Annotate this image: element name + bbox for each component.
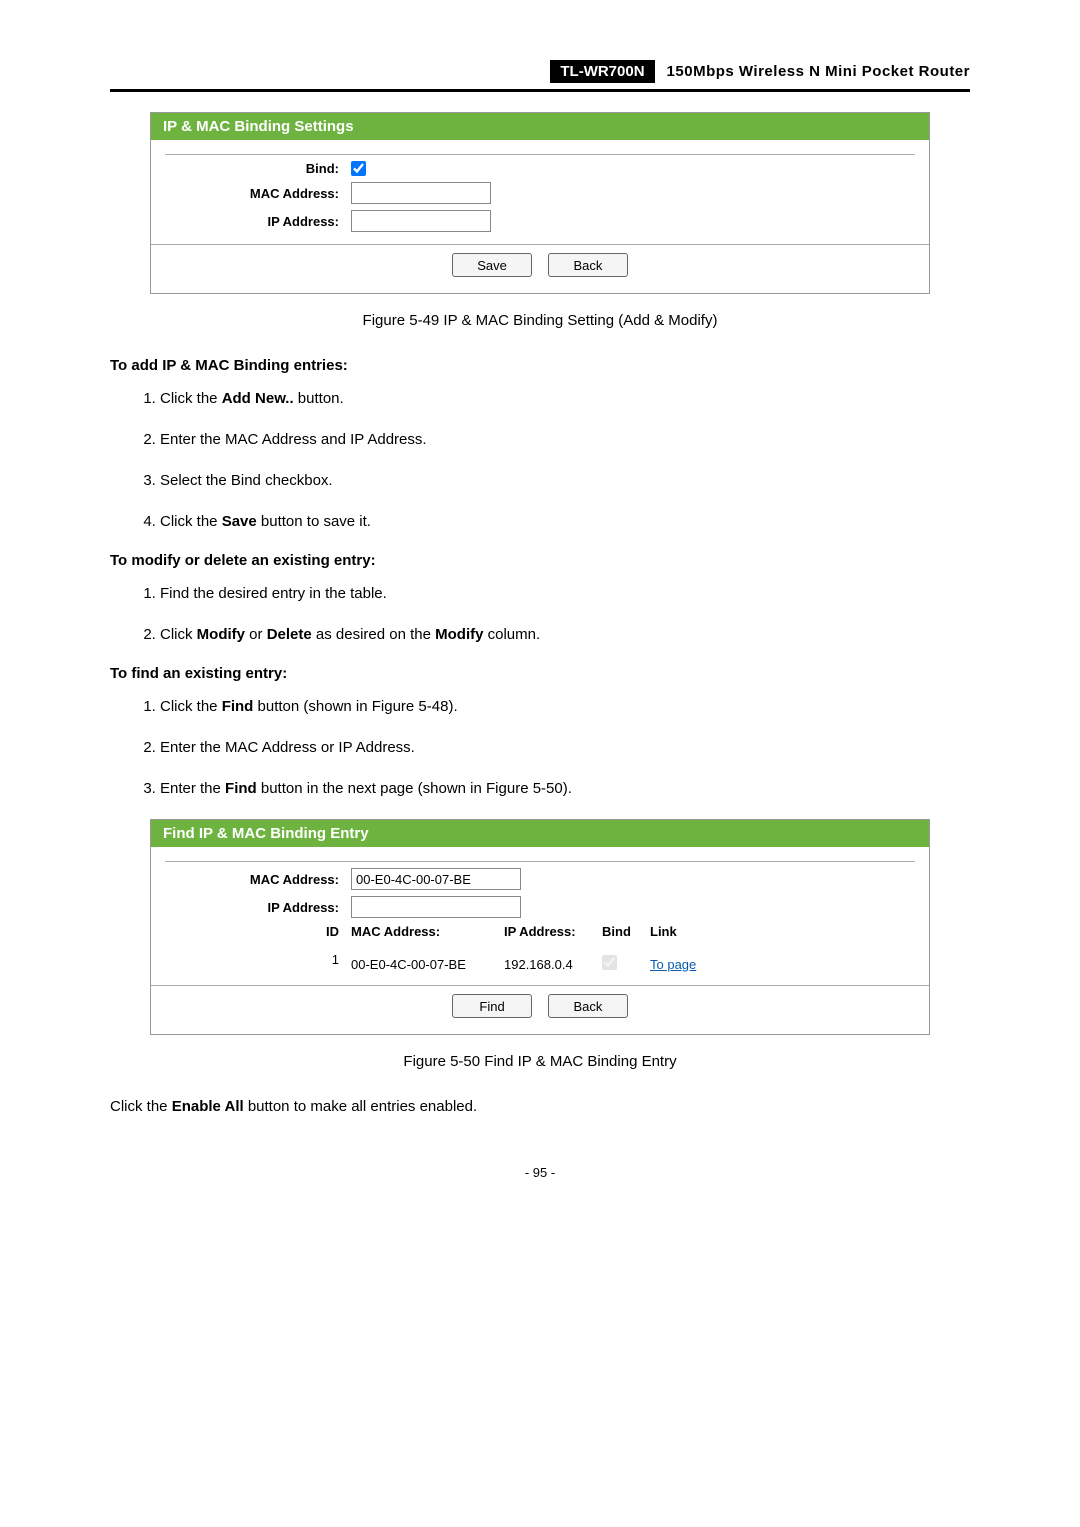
section-heading-add: To add IP & MAC Binding entries: bbox=[110, 357, 970, 374]
list-item: Enter the Find button in the next page (… bbox=[160, 778, 970, 799]
col-mac-header: MAC Address: bbox=[351, 924, 496, 939]
enable-all-note: Click the Enable All button to make all … bbox=[110, 1098, 970, 1115]
model-badge: TL-WR700N bbox=[550, 60, 654, 83]
figure-caption-5-49: Figure 5-49 IP & MAC Binding Setting (Ad… bbox=[110, 312, 970, 329]
row-ip: 192.168.0.4 bbox=[504, 957, 594, 972]
result-table-row: 00-E0-4C-00-07-BE 192.168.0.4 To page bbox=[351, 955, 696, 973]
list-item: Select the Bind checkbox. bbox=[160, 470, 970, 491]
doc-header: TL-WR700N 150Mbps Wireless N Mini Pocket… bbox=[110, 60, 970, 92]
page-number: - 95 - bbox=[110, 1165, 970, 1180]
to-page-link[interactable]: To page bbox=[650, 957, 696, 972]
bind-checkbox[interactable] bbox=[351, 161, 366, 176]
list-item: Click the Add New.. button. bbox=[160, 388, 970, 409]
ip-label: IP Address: bbox=[151, 900, 351, 915]
add-steps-list: Click the Add New.. button. Enter the MA… bbox=[110, 388, 970, 532]
list-item: Enter the MAC Address and IP Address. bbox=[160, 429, 970, 450]
divider bbox=[165, 154, 915, 155]
bind-label: Bind: bbox=[151, 161, 351, 176]
col-ip-header: IP Address: bbox=[504, 924, 594, 939]
result-table-head: MAC Address: IP Address: Bind Link bbox=[351, 924, 677, 939]
row-id: 1 bbox=[151, 952, 351, 967]
list-item: Click the Find button (shown in Figure 5… bbox=[160, 696, 970, 717]
find-mac-input[interactable] bbox=[351, 868, 521, 890]
ip-mac-binding-settings-panel: IP & MAC Binding Settings Bind: MAC Addr… bbox=[150, 112, 930, 294]
section-heading-find: To find an existing entry: bbox=[110, 665, 970, 682]
list-item: Find the desired entry in the table. bbox=[160, 583, 970, 604]
back-button[interactable]: Back bbox=[548, 253, 628, 277]
list-item: Click Modify or Delete as desired on the… bbox=[160, 624, 970, 645]
figure-caption-5-50: Figure 5-50 Find IP & MAC Binding Entry bbox=[110, 1053, 970, 1070]
panel-title: Find IP & MAC Binding Entry bbox=[151, 820, 929, 847]
id-header: ID bbox=[151, 924, 351, 939]
divider bbox=[165, 861, 915, 862]
save-button[interactable]: Save bbox=[452, 253, 532, 277]
find-steps-list: Click the Find button (shown in Figure 5… bbox=[110, 696, 970, 799]
col-bind-header: Bind bbox=[602, 924, 642, 939]
find-ip-input[interactable] bbox=[351, 896, 521, 918]
ip-input[interactable] bbox=[351, 210, 491, 232]
row-bind-checkbox bbox=[602, 955, 617, 970]
row-mac: 00-E0-4C-00-07-BE bbox=[351, 957, 496, 972]
ip-label: IP Address: bbox=[151, 214, 351, 229]
mac-label: MAC Address: bbox=[151, 186, 351, 201]
doc-subtitle: 150Mbps Wireless N Mini Pocket Router bbox=[655, 60, 970, 83]
section-heading-modify: To modify or delete an existing entry: bbox=[110, 552, 970, 569]
panel-title: IP & MAC Binding Settings bbox=[151, 113, 929, 140]
mac-input[interactable] bbox=[351, 182, 491, 204]
find-ip-mac-binding-panel: Find IP & MAC Binding Entry MAC Address:… bbox=[150, 819, 930, 1035]
col-link-header: Link bbox=[650, 924, 677, 939]
list-item: Enter the MAC Address or IP Address. bbox=[160, 737, 970, 758]
mac-label: MAC Address: bbox=[151, 872, 351, 887]
modify-steps-list: Find the desired entry in the table. Cli… bbox=[110, 583, 970, 645]
list-item: Click the Save button to save it. bbox=[160, 511, 970, 532]
back-button[interactable]: Back bbox=[548, 994, 628, 1018]
find-button[interactable]: Find bbox=[452, 994, 532, 1018]
